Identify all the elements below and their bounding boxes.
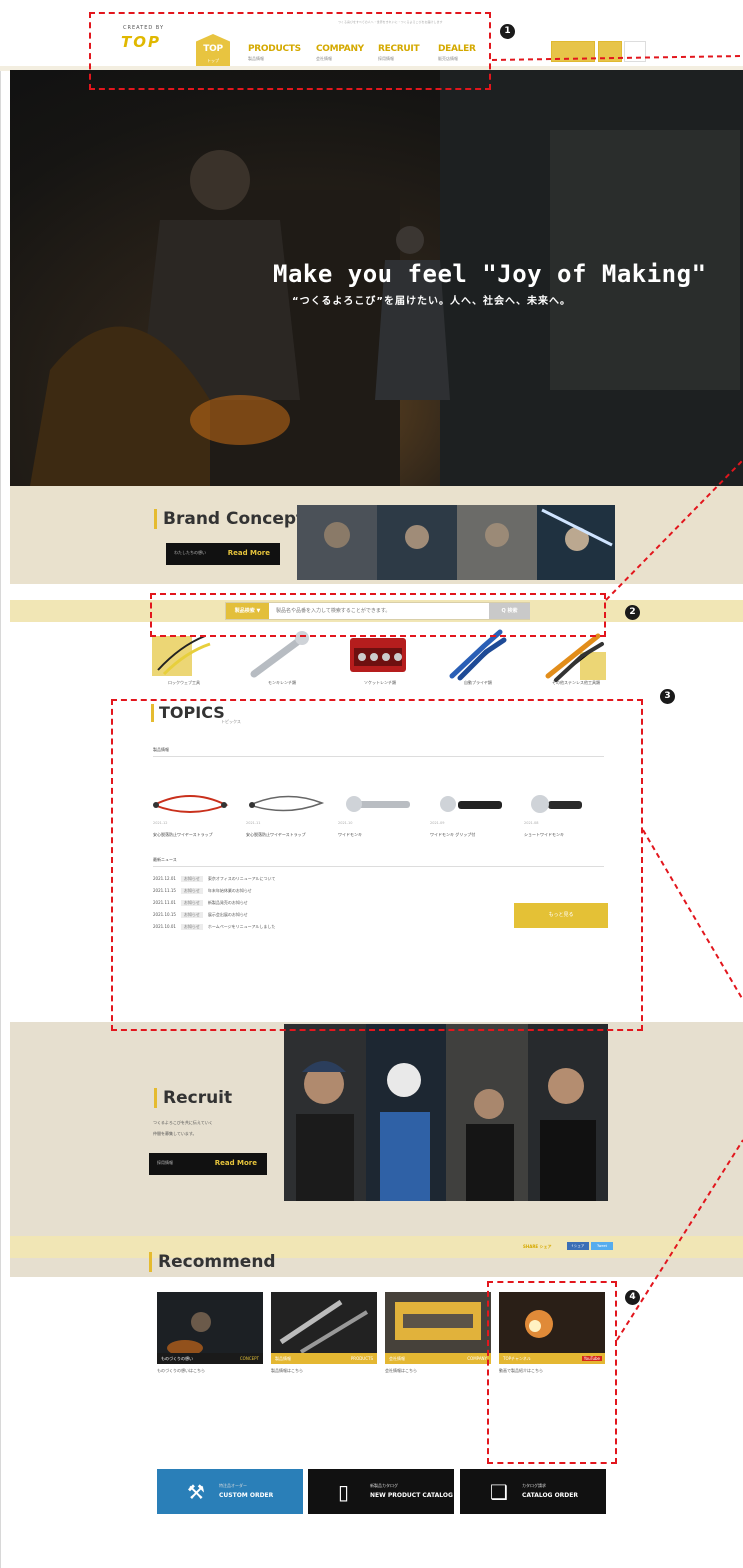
callout-connector-lines	[491, 55, 743, 1341]
